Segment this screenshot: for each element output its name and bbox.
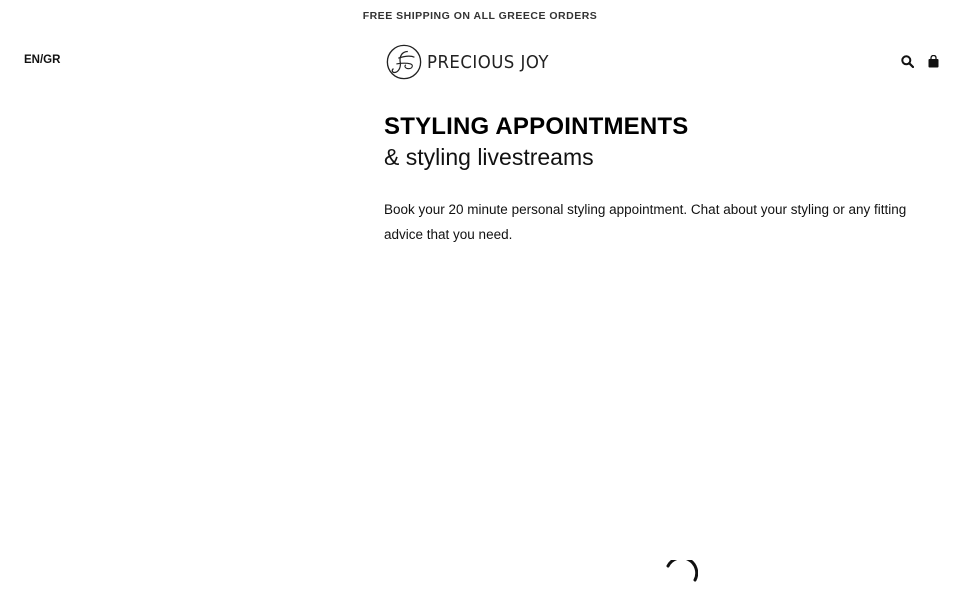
- shopping-bag-icon[interactable]: [926, 53, 940, 69]
- page-subtitle: & styling livestreams: [384, 144, 594, 170]
- language-switcher[interactable]: EN/GR: [24, 54, 60, 66]
- page-description: Book your 20 minute personal styling app…: [384, 202, 907, 242]
- page: FREE SHIPPING ON ALL GREECE ORDERS EN/GR…: [0, 0, 960, 600]
- logo[interactable]: PRECIOUS JOY: [385, 42, 560, 82]
- logo-monogram-icon: [386, 44, 422, 80]
- loading-spinner-icon: [666, 560, 698, 582]
- header-icons: [900, 53, 940, 69]
- announcement-text: FREE SHIPPING ON ALL GREECE ORDERS: [362, 10, 598, 22]
- logo-text: PRECIOUS JOY: [427, 51, 549, 73]
- page-title: STYLING APPOINTMENTS: [384, 113, 689, 140]
- announcement-bar: FREE SHIPPING ON ALL GREECE ORDERS: [0, 10, 960, 22]
- search-icon[interactable]: [900, 53, 914, 69]
- main-content: STYLING APPOINTMENTS & styling livestrea…: [384, 113, 944, 247]
